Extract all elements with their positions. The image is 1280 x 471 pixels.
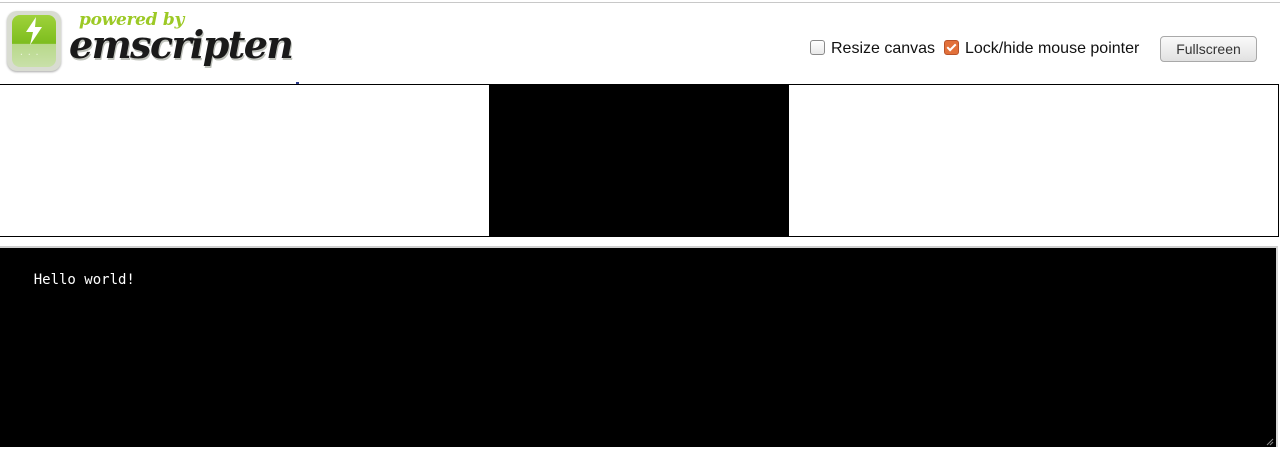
canvas[interactable] <box>489 85 789 236</box>
canvas-container <box>0 84 1279 237</box>
resize-canvas-option[interactable]: Resize canvas <box>810 37 935 61</box>
emscripten-shell-page: ··· powered by emscripten Resize canvas … <box>0 0 1280 471</box>
resize-canvas-label: Resize canvas <box>831 40 936 57</box>
output-text: Hello world! <box>33 272 135 288</box>
lock-pointer-checkbox[interactable] <box>944 39 959 55</box>
lock-pointer-option[interactable]: Lock/hide mouse pointer <box>944 37 1139 61</box>
emscripten-logo-icon: ··· <box>7 11 61 71</box>
fullscreen-button[interactable]: Fullscreen <box>1160 36 1257 62</box>
logo-dots: ··· <box>19 50 43 59</box>
resize-canvas-checkbox[interactable] <box>810 39 825 55</box>
resize-grip-icon[interactable] <box>1266 438 1274 446</box>
emscripten-wordmark: emscripten <box>69 22 294 67</box>
lock-pointer-label: Lock/hide mouse pointer <box>965 40 1140 57</box>
header: ··· powered by emscripten Resize canvas … <box>0 3 1280 84</box>
lightning-bolt-icon <box>26 17 42 45</box>
output-console[interactable]: Hello world! <box>0 246 1278 447</box>
